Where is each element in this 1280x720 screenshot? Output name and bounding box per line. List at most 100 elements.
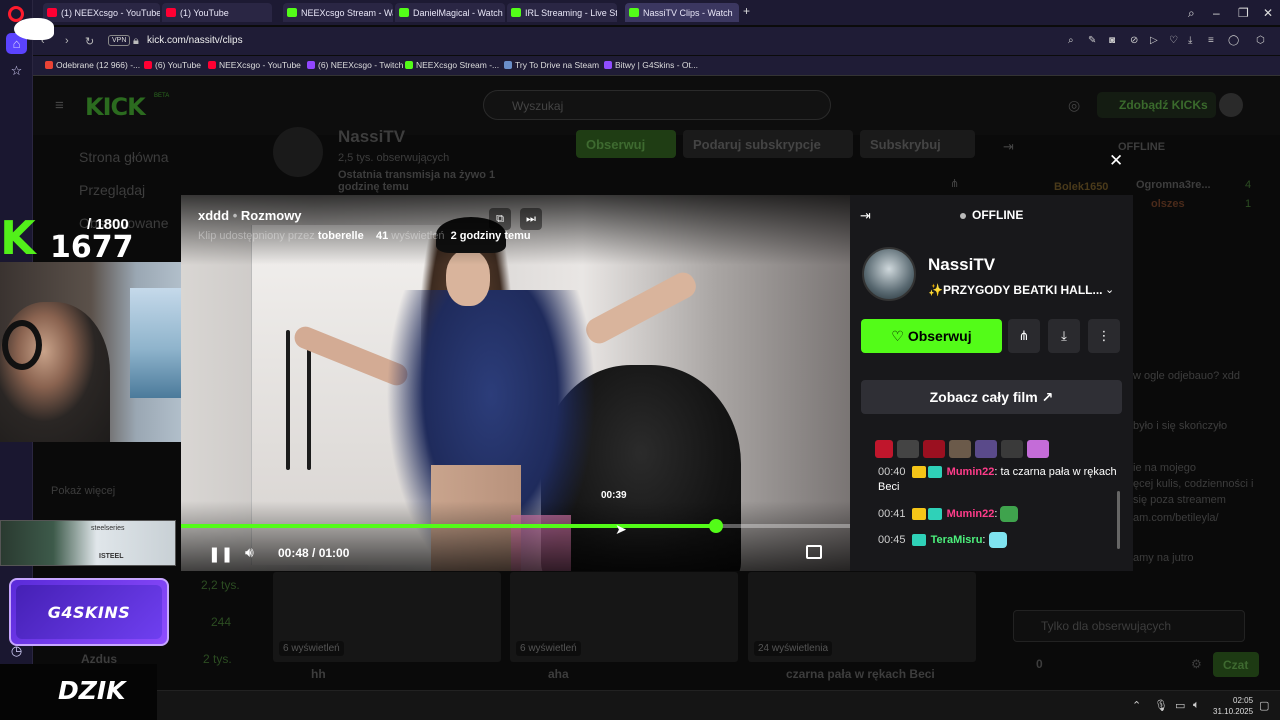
pause-icon[interactable]: ❚❚ xyxy=(208,545,233,563)
close-modal-icon[interactable]: ✕ xyxy=(1109,151,1123,171)
search-input[interactable]: Wyszukaj xyxy=(483,90,831,120)
channel-avatar[interactable] xyxy=(273,127,323,177)
tab-youtube[interactable]: (1) YouTube xyxy=(162,3,272,22)
tab-danielmagical[interactable]: DanielMagical - Watch the xyxy=(395,3,505,22)
clip-views-label: wyświetleń xyxy=(391,230,445,242)
maximize-icon[interactable]: ❐ xyxy=(1238,6,1249,20)
network-icon[interactable]: ▭ xyxy=(1175,699,1185,712)
clip-title[interactable]: hh xyxy=(311,667,326,681)
close-icon[interactable]: ✕ xyxy=(1263,6,1273,20)
menu-icon[interactable]: ≡ xyxy=(1208,35,1214,46)
reload-icon[interactable]: ↻ xyxy=(85,35,94,48)
profile-icon[interactable]: ◯ xyxy=(1228,35,1239,46)
download-icon[interactable]: ⤓ xyxy=(1188,35,1192,46)
sub-badge-icon xyxy=(911,534,926,546)
chat-user[interactable]: Bolek1650 xyxy=(1054,181,1108,193)
bookmark-twitch[interactable]: (6) NEEXcsgo - Twitch xyxy=(307,60,403,70)
settings-icon[interactable]: ⚙ xyxy=(1191,657,1202,671)
vpn-badge[interactable]: VPN xyxy=(108,35,131,46)
subscribe-button[interactable]: Subskrybuj xyxy=(860,130,975,158)
collapse-icon[interactable]: ⇥ xyxy=(860,208,871,224)
mic-icon[interactable]: 🎙︎ xyxy=(1154,699,1168,712)
clip-title: xddd xyxy=(198,208,230,223)
heart-icon[interactable]: ♡ xyxy=(1169,35,1178,46)
tab-irl-streaming[interactable]: IRL Streaming - Live Strea xyxy=(507,3,617,22)
extension-icon[interactable]: ⬡ xyxy=(1256,35,1265,46)
share-icon[interactable]: ⋔ xyxy=(950,177,959,190)
rewards-icon[interactable]: ◎ xyxy=(1068,97,1080,114)
camera-icon[interactable]: ◙ xyxy=(1109,35,1115,46)
bookmark-kick[interactable]: NEEXcsgo Stream -... xyxy=(405,60,499,70)
volume-icon[interactable]: 🔊︎ xyxy=(245,544,254,561)
bookmark-gmail[interactable]: Odebrane (12 966) -... xyxy=(45,60,140,70)
follow-button[interactable]: ♡ Obserwuj xyxy=(861,319,1002,353)
bookmark-steam[interactable]: Try To Drive na Steam xyxy=(504,60,599,70)
chat-username[interactable]: Mumin22 xyxy=(947,508,995,520)
sub-badge-icon xyxy=(927,466,942,479)
edit-icon[interactable]: ✎ xyxy=(1088,35,1096,46)
clip-thumbnail[interactable]: 6 wyświetleń xyxy=(273,572,501,662)
kick-icon xyxy=(405,61,413,69)
chat-username[interactable]: TeraMisru xyxy=(931,534,983,546)
clip-thumbnail[interactable]: 24 wyświetlenia xyxy=(748,572,976,662)
url-input[interactable]: kick.com/nassitv/clips xyxy=(147,35,243,46)
clip-author[interactable]: toberelle xyxy=(318,230,364,242)
watch-full-button[interactable]: Zobacz cały film ↗ xyxy=(861,380,1122,414)
copy-clip-icon[interactable]: ⧉ xyxy=(489,208,511,230)
nav-home[interactable]: Strona główna xyxy=(79,149,169,165)
bookmark-g4skins[interactable]: Bitwy | G4Skins - Ot... xyxy=(604,60,698,70)
star-icon[interactable]: ☆ xyxy=(6,60,27,81)
taskbar-clock[interactable]: 02:05 31.10.2025 xyxy=(1213,695,1253,717)
chat-user[interactable]: olszes xyxy=(1151,198,1185,210)
fullscreen-icon[interactable] xyxy=(806,545,822,559)
nav-browse[interactable]: Przeglądaj xyxy=(79,182,145,198)
clip-title[interactable]: aha xyxy=(548,667,569,681)
next-clip-icon[interactable]: ⏭ xyxy=(520,208,542,230)
clip-title[interactable]: czarna pała w rękach Beci xyxy=(786,667,935,681)
clip-video-player[interactable]: xddd • Rozmowy Klip udostępniony przez t… xyxy=(181,195,850,571)
stream-title: ✨PRZYGODY BEATKI HALL... xyxy=(928,283,1103,297)
search-icon[interactable]: ⌕ xyxy=(1188,6,1195,21)
get-kicks-button[interactable]: Zdobądź KICKs xyxy=(1097,92,1216,118)
tab-nassitv-clips[interactable]: NassiTV Clips - Watch xyxy=(625,3,739,22)
chat-message: 00:45 TeraMisru: xyxy=(878,532,1118,548)
chat-username[interactable]: Mumin22 xyxy=(947,466,995,478)
follow-label: Obserwuj xyxy=(907,328,972,344)
tab-neexcsgo-kick[interactable]: NEEXcsgo Stream - Watch xyxy=(283,3,393,22)
new-tab-button[interactable]: + xyxy=(743,4,750,18)
more-options-button[interactable]: ⋮ xyxy=(1088,319,1120,353)
twitch-icon xyxy=(307,61,315,69)
zoom-icon[interactable]: ⌕ xyxy=(1068,35,1074,46)
collapse-chat-icon[interactable]: ⇥ xyxy=(1003,139,1014,155)
user-avatar[interactable] xyxy=(1219,93,1243,117)
clip-thumbnail[interactable]: 6 wyświetleń xyxy=(510,572,738,662)
seek-bar[interactable] xyxy=(181,519,850,533)
follow-button-bg[interactable]: Obserwuj xyxy=(576,130,676,158)
bookmark-youtube[interactable]: (6) YouTube xyxy=(144,60,201,70)
tab-neexcsgo-youtube[interactable]: (1) NEEXcsgo - YouTube xyxy=(43,3,160,22)
show-more-link[interactable]: Pokaż więcej xyxy=(51,485,115,497)
channel-name[interactable]: NassiTV xyxy=(928,255,995,275)
minimize-icon[interactable]: – xyxy=(1213,6,1220,20)
chat-scrollbar[interactable] xyxy=(1117,491,1120,549)
dzik-logo: DZIK xyxy=(0,664,157,720)
gift-subs-button[interactable]: Podaruj subskrypcje xyxy=(683,130,853,158)
download-button[interactable]: ⤓ xyxy=(1048,319,1080,353)
chevron-up-icon[interactable]: ⌃ xyxy=(1132,699,1141,712)
share-button[interactable]: ⋔ xyxy=(1008,319,1040,353)
chevron-down-icon[interactable]: ⌄ xyxy=(1105,283,1114,296)
hamburger-icon[interactable]: ≡ xyxy=(55,97,64,114)
chat-send-button[interactable]: Czat xyxy=(1213,652,1259,677)
block-icon[interactable]: ⊘ xyxy=(1130,35,1138,46)
emote-icon xyxy=(949,440,971,458)
clip-category[interactable]: Rozmowy xyxy=(241,208,302,223)
notifications-icon[interactable]: ▢ xyxy=(1259,699,1269,712)
play-icon[interactable]: ▷ xyxy=(1150,35,1158,46)
speaker-icon[interactable]: 🔈︎ xyxy=(1193,699,1200,712)
channel-avatar[interactable] xyxy=(862,247,916,301)
chat-user[interactable]: Ogromna3re... xyxy=(1136,179,1211,191)
kick-logo[interactable]: KICK xyxy=(85,93,146,121)
forward-icon[interactable]: › xyxy=(65,35,69,47)
lock-icon[interactable]: 🔒︎ xyxy=(133,35,139,48)
bookmark-neexcsgo-youtube[interactable]: NEEXcsgo - YouTube xyxy=(208,60,301,70)
